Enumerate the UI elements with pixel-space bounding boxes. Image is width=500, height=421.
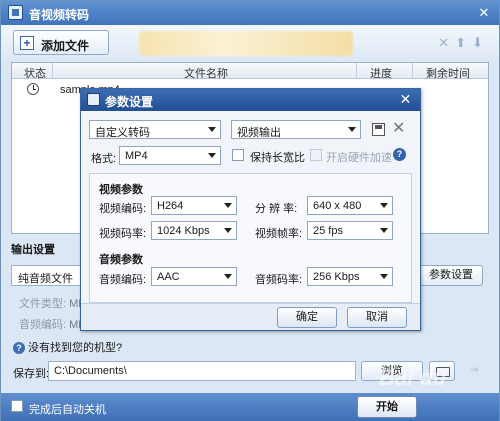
audio-codec-label: 音频编码: [19, 319, 67, 331]
export-icon[interactable]: ⇥ [461, 361, 487, 381]
preset-value: 自定义转码 [95, 127, 150, 139]
move-up-icon[interactable]: ⬆ [455, 35, 472, 50]
add-file-label: 添加文件 [41, 39, 90, 53]
column-remaining-time[interactable]: 剩余时间 [426, 65, 470, 81]
chevron-down-icon [380, 203, 388, 208]
column-divider [356, 63, 357, 79]
title-bar: 音视频转码 ✕ [1, 1, 499, 25]
params-button[interactable]: 参数设置 [419, 265, 483, 286]
watermark: Bai du [379, 365, 447, 390]
dialog-title-bar: 参数设置 ✕ [81, 89, 420, 111]
video-bitrate-label: 视频码率: [99, 228, 147, 240]
output-mode-dropdown[interactable]: 视频输出 [231, 120, 361, 139]
hw-accel-checkbox[interactable] [310, 149, 322, 161]
preset-dropdown[interactable]: 自定义转码 [89, 120, 221, 139]
save-path-input[interactable]: C:\Documents\ [48, 361, 356, 381]
file-list-header: 状态 文件名称 进度 剩余时间 [12, 63, 488, 81]
audio-codec-label: 音频编码: [99, 274, 147, 286]
chevron-down-icon [380, 228, 388, 233]
add-file-button[interactable]: + 添加文件 [13, 30, 109, 55]
format-label: 格式: [91, 153, 117, 165]
video-codec-value: H264 [157, 200, 184, 212]
audio-bitrate-label: 音频码率: [255, 274, 303, 286]
resolution-label: 分 辨 率: [255, 203, 298, 215]
app-icon [8, 5, 23, 20]
main-window: 音视频转码 ✕ + 添加文件 ✕⬆⬇ 状态 文件名称 进度 剩余时间 sampl… [0, 0, 500, 421]
video-params-heading: 视频参数 [99, 184, 143, 196]
chevron-down-icon [380, 274, 388, 279]
resolution-dropdown[interactable]: 640 x 480 [307, 196, 393, 215]
bottom-bar: 完成后自动关机 开始 [1, 393, 499, 421]
output-preset-select[interactable]: 纯音频文件 [11, 265, 85, 286]
dialog-app-icon [87, 93, 100, 106]
file-type-row: 文件类型: MP [19, 295, 86, 311]
chevron-down-icon [224, 228, 232, 233]
audio-codec-row: 音频编码: MP [19, 316, 86, 332]
frame-rate-value: 25 fps [313, 225, 343, 237]
column-status[interactable]: 状态 [24, 65, 46, 81]
hw-accel-label: 开启硬件加速 [326, 152, 392, 164]
frame-rate-label: 视频帧率: [255, 228, 303, 240]
keep-aspect-label: 保持长宽比 [250, 152, 305, 164]
video-bitrate-value: 1024 Kbps [157, 225, 210, 237]
toolbar: + 添加文件 ✕⬆⬇ [1, 25, 499, 61]
audio-codec-dropdown[interactable]: AAC [151, 267, 237, 286]
auto-shutdown-label: 完成后自动关机 [29, 404, 106, 416]
blurred-banner [139, 31, 353, 56]
help-icon[interactable]: ? [393, 148, 406, 161]
format-value: MP4 [125, 150, 148, 162]
video-codec-label: 视频编码: [99, 203, 147, 215]
params-dialog: 参数设置 ✕ 自定义转码 视频输出 ✕ 格式: MP4 保持长宽比 开启硬件加速… [80, 88, 421, 331]
keep-aspect-checkbox[interactable] [232, 149, 244, 161]
video-bitrate-dropdown[interactable]: 1024 Kbps [151, 221, 237, 240]
output-settings-label: 输出设置 [11, 244, 55, 256]
video-codec-dropdown[interactable]: H264 [151, 196, 237, 215]
dialog-title: 参数设置 [105, 95, 154, 109]
file-type-label: 文件类型: [19, 298, 67, 310]
dialog-close-icon[interactable]: ✕ [397, 91, 414, 108]
remove-icon[interactable]: ✕ [438, 35, 455, 50]
format-dropdown[interactable]: MP4 [119, 146, 221, 165]
clock-icon [27, 83, 39, 95]
window-title: 音视频转码 [29, 8, 90, 22]
resolution-value: 640 x 480 [313, 200, 362, 212]
add-icon: + [20, 36, 34, 50]
ok-button[interactable]: 确定 [277, 307, 337, 328]
window-close-icon[interactable]: ✕ [475, 4, 493, 22]
move-down-icon[interactable]: ⬇ [472, 35, 489, 50]
save-to-label: 保存到: [13, 368, 50, 380]
auto-shutdown-checkbox[interactable] [11, 400, 23, 412]
audio-bitrate-value: 256 Kbps [313, 271, 360, 283]
model-question-text: 没有找到您的机型? [28, 342, 123, 354]
chevron-down-icon [348, 127, 356, 132]
audio-params-heading: 音频参数 [99, 254, 143, 266]
toolbar-actions: ✕⬆⬇ [438, 35, 489, 51]
column-progress[interactable]: 进度 [370, 65, 392, 81]
audio-bitrate-dropdown[interactable]: 256 Kbps [307, 267, 393, 286]
output-mode-value: 视频输出 [237, 127, 281, 139]
audio-codec-value: AAC [157, 271, 180, 283]
column-divider [52, 63, 53, 79]
frame-rate-dropdown[interactable]: 25 fps [307, 221, 393, 240]
chevron-down-icon [224, 203, 232, 208]
cancel-button[interactable]: 取消 [347, 307, 407, 328]
chevron-down-icon [208, 153, 216, 158]
chevron-down-icon [208, 127, 216, 132]
question-icon: ? [13, 342, 25, 355]
delete-preset-icon[interactable]: ✕ [392, 121, 405, 137]
model-help-link[interactable]: ? 没有找到您的机型? [13, 339, 122, 355]
chevron-down-icon [224, 274, 232, 279]
column-file-name[interactable]: 文件名称 [184, 65, 228, 81]
save-preset-icon[interactable] [372, 123, 385, 136]
column-divider [412, 63, 413, 79]
start-button[interactable]: 开始 [357, 396, 417, 418]
